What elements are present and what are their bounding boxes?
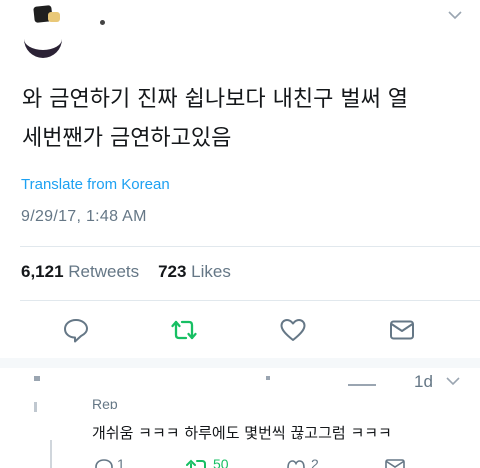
tweet-timestamp: 9/29/17, 1:48 AM (21, 208, 147, 225)
reply-like-count: 2 (311, 456, 319, 468)
reply-icon[interactable] (94, 458, 114, 468)
tweet-text-line: 와 금연하기 진짜 쉽나보다 내친구 벌써 열 (22, 87, 409, 112)
avatar[interactable] (22, 4, 105, 58)
divider (20, 246, 480, 247)
retweets-count[interactable]: 6,121 (21, 262, 64, 281)
reply-count: 1 (117, 456, 125, 468)
like-icon[interactable] (279, 316, 307, 344)
retweet-icon[interactable] (170, 316, 198, 344)
reply-icon[interactable] (62, 316, 90, 344)
replying-to[interactable]: Rep (92, 396, 118, 409)
divider (20, 300, 480, 301)
retweets-label[interactable]: Retweets (68, 262, 139, 281)
tweet-text: 와 금연하기 진짜 쉽나보다 내친구 벌써 열 세번짼가 금연하고있음 (22, 80, 466, 158)
chevron-down-icon[interactable] (446, 376, 460, 386)
like-icon[interactable] (286, 458, 306, 468)
reply-time[interactable]: 1d (414, 372, 433, 392)
chevron-down-icon[interactable] (448, 10, 462, 20)
message-icon[interactable] (388, 316, 416, 344)
retweet-icon[interactable] (186, 458, 210, 468)
tweet-actions (0, 316, 480, 344)
likes-label[interactable]: Likes (191, 262, 231, 281)
reply-retweet-count: 50 (213, 456, 229, 468)
tweet-text-line: 세번짼가 금연하고있음 (22, 126, 232, 151)
translate-link[interactable]: Translate from Korean (21, 176, 170, 193)
reply-header-obscured (34, 376, 376, 412)
tweet-stats: 6,121 Retweets 723 Likes (21, 262, 231, 282)
reply-actions: 1 50 2 (0, 456, 480, 468)
reply-text: 개쉬움 ㅋㅋㅋ 하루에도 몇번씩 끊고그럼 ㅋㅋㅋ (92, 424, 392, 442)
likes-count[interactable]: 723 (158, 262, 186, 281)
message-icon[interactable] (384, 458, 406, 468)
separator (0, 358, 480, 368)
